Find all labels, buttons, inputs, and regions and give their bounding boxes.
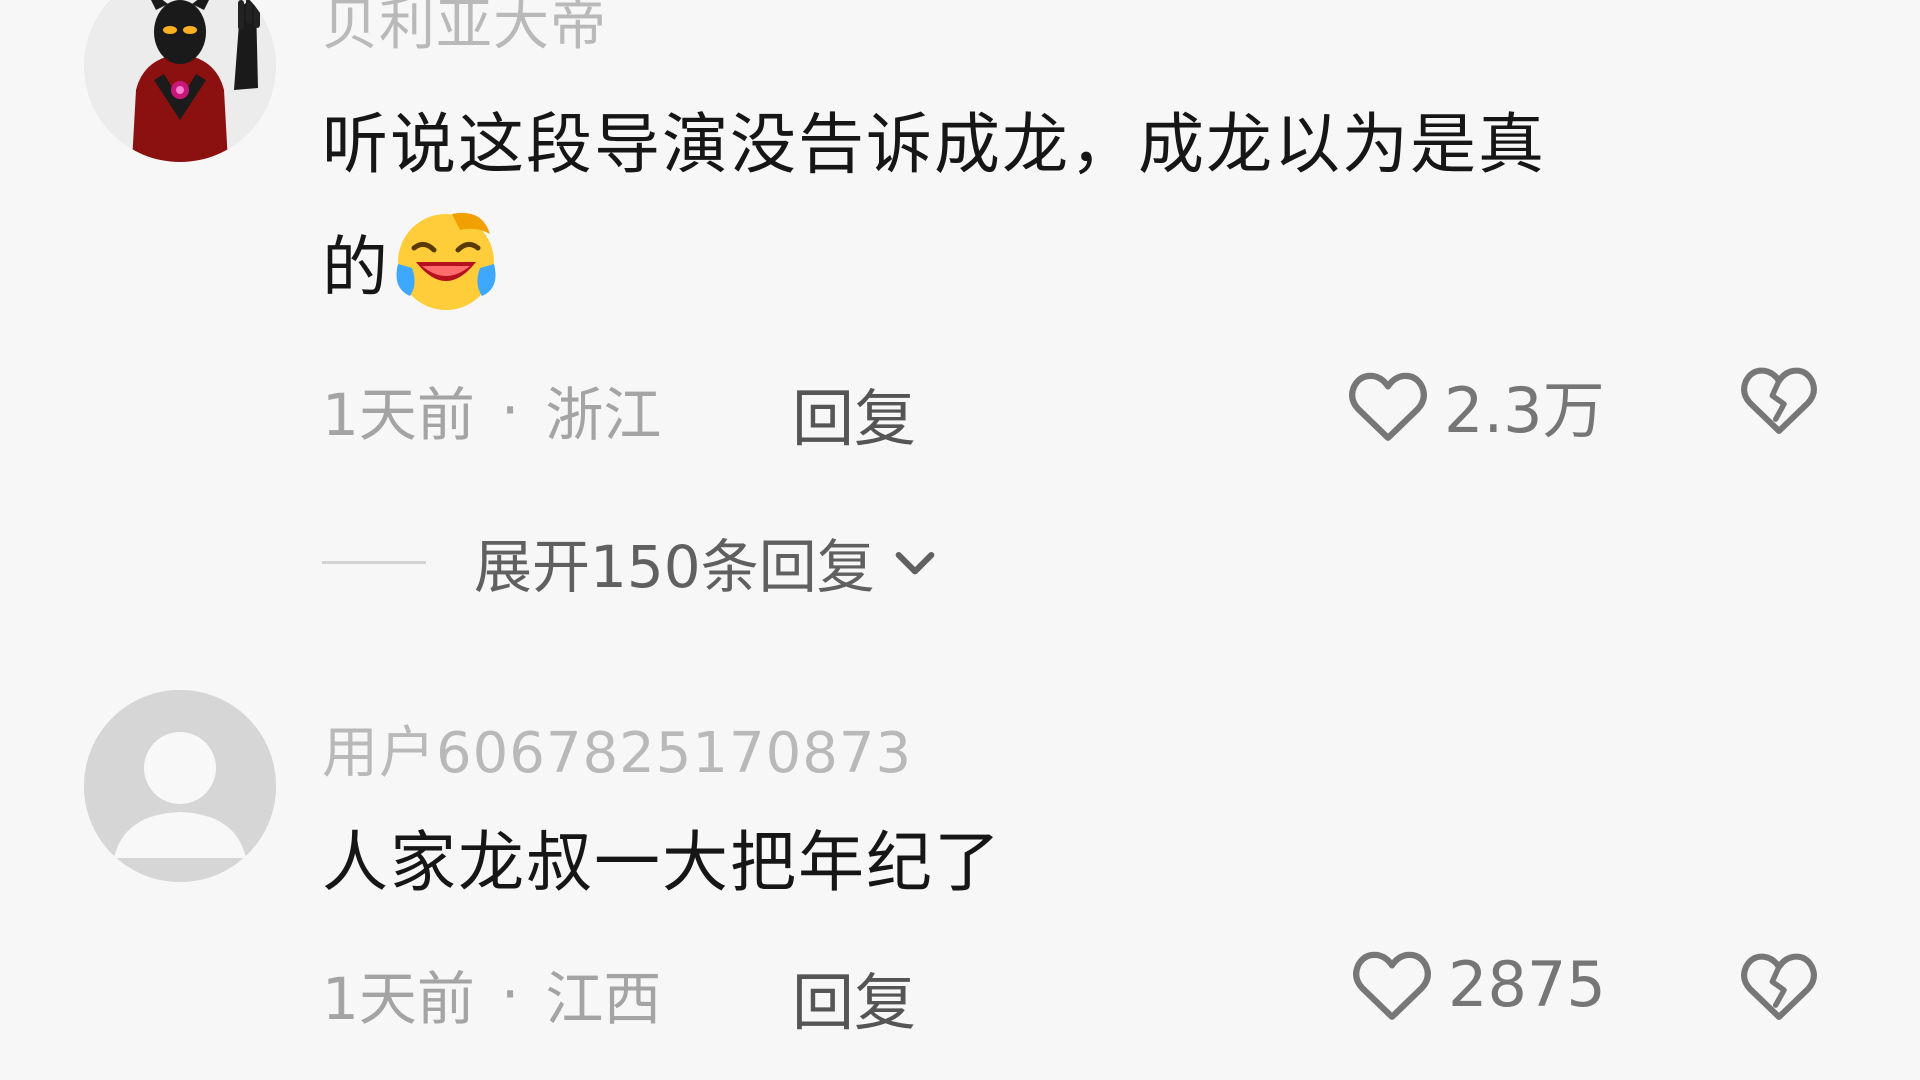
broken-heart-icon (1741, 953, 1817, 1020)
divider (322, 560, 426, 564)
like-button[interactable]: 2.3万 (1346, 360, 1605, 450)
meta-separator: · (500, 376, 520, 444)
comment-username[interactable]: 用户6067825170873 (322, 708, 912, 789)
chevron-down-icon (895, 551, 935, 575)
heart-icon (1353, 951, 1431, 1020)
hero-avatar-icon (84, 0, 276, 162)
comment-time: 1天前 (322, 381, 475, 449)
expand-replies-button[interactable]: 展开150条回复 (322, 520, 943, 604)
comment-text-line-2: 的 (322, 204, 1802, 327)
comment-location: 江西 (545, 965, 662, 1033)
avatar[interactable] (84, 0, 276, 162)
meta-separator: · (500, 960, 520, 1028)
expand-replies-label: 展开150条回复 (474, 533, 875, 601)
comment-text-tail: 的 (322, 229, 390, 306)
comment-meta: 1天前 · 浙江 (322, 368, 661, 452)
heart-icon (1349, 372, 1427, 441)
reply-button[interactable]: 回复 (792, 952, 916, 1042)
default-user-icon (84, 690, 276, 882)
comment-text-line: 人家龙叔一大把年纪了 (322, 824, 1002, 901)
like-button[interactable]: 2875 (1350, 946, 1606, 1022)
reply-button[interactable]: 回复 (792, 368, 916, 458)
dislike-button[interactable] (1738, 362, 1820, 440)
comment-text-line: 听说这段导演没告诉成龙，成龙以为是真 (322, 106, 1546, 183)
like-count: 2875 (1448, 947, 1606, 1021)
comment-text: 人家龙叔一大把年纪了 (322, 804, 1802, 922)
comment-meta: 1天前 · 江西 (322, 952, 661, 1036)
comment-time: 1天前 (322, 965, 475, 1033)
dislike-button[interactable] (1738, 948, 1820, 1026)
comment-text: 听说这段导演没告诉成龙，成龙以为是真 的 (322, 86, 1802, 327)
like-count: 2.3万 (1444, 374, 1605, 447)
comment-location: 浙江 (545, 381, 662, 449)
comment-username[interactable]: 贝利亚大帝 (322, 0, 607, 61)
avatar[interactable] (84, 690, 276, 882)
broken-heart-icon (1741, 367, 1817, 434)
laughing-crying-face-icon (396, 212, 496, 310)
